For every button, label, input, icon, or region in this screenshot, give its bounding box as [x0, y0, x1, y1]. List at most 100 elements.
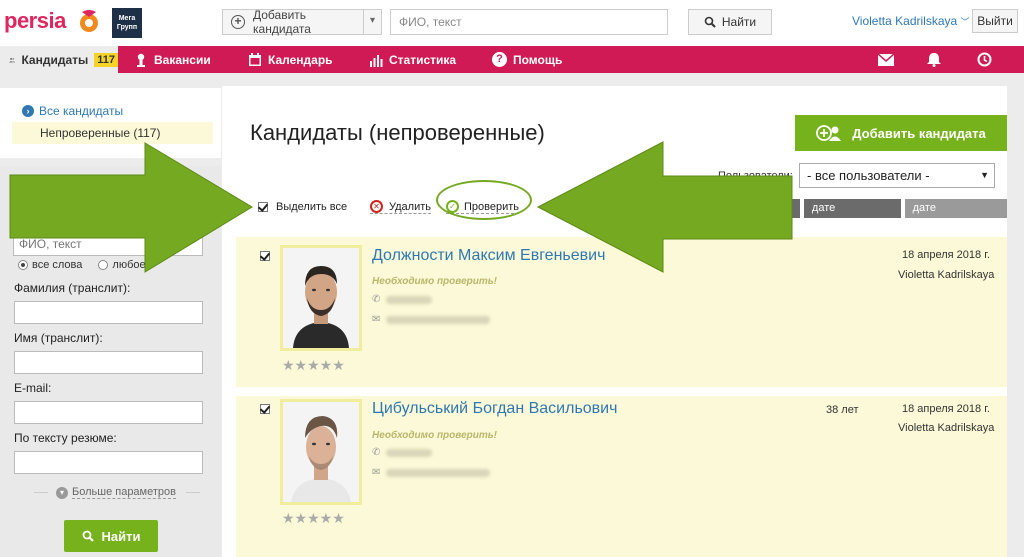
date-added: 18 апреля 2018 г. [902, 249, 990, 261]
avatar [283, 402, 359, 502]
scrollbar[interactable] [1014, 86, 1024, 557]
logo-mark-icon [80, 10, 98, 32]
add-candidate-button[interactable]: Добавить кандидата [795, 115, 1007, 151]
page-title: Кандидаты (непроверенные) [250, 120, 545, 145]
nav-item-help[interactable]: ? Помощь [492, 46, 562, 73]
delete-icon: ✕ [370, 200, 383, 213]
users-label: Пользователи: [718, 170, 793, 182]
search-button[interactable]: Найти [688, 9, 772, 35]
history-icon[interactable] [964, 46, 1004, 73]
nav-item-candidates[interactable]: Кандидаты 117 [0, 46, 118, 73]
radio-all-words[interactable] [18, 260, 28, 270]
search-input[interactable] [390, 9, 668, 35]
nav-item-statistics[interactable]: Статистика [369, 46, 456, 73]
rating-stars[interactable]: ★★★★★ [282, 357, 345, 374]
candidate-photo[interactable] [280, 399, 362, 505]
add-candidate-dropdown[interactable]: + Добавить кандидата ▾ [222, 8, 382, 36]
calendar-icon [249, 52, 261, 66]
highlight-ring [436, 180, 532, 220]
search-button-label: Найти [721, 15, 757, 29]
phone-value-redacted [386, 448, 433, 457]
phone-icon: ✆ [372, 447, 381, 458]
user-name: Violetta Kadrilskaya [852, 14, 958, 28]
fio-search-input[interactable] [13, 232, 203, 256]
email-field[interactable] [14, 401, 203, 424]
add-person-icon [816, 125, 842, 141]
nav-item-vacancies[interactable]: Вакансии [134, 46, 211, 73]
all-candidates-label: Все кандидаты [39, 104, 124, 118]
sort-tab-modified[interactable]: дате изменения [803, 199, 901, 233]
email-value-redacted [386, 315, 491, 324]
resume-text-label: По тексту резюме: [14, 431, 117, 445]
top-bar: persia Мега Групп + Добавить кандидата ▾… [0, 0, 1024, 46]
radio-all-words-label: все слова [32, 259, 83, 271]
date-added: 18 апреля 2018 г. [902, 403, 990, 415]
candidate-photo[interactable] [280, 245, 362, 351]
match-mode-radios: все слова любое [18, 259, 146, 271]
name-field[interactable] [14, 351, 203, 374]
chevron-down-icon: ▾ [56, 486, 68, 499]
candidate-row: ★★★★★ Должности Максим Евгеньевич Необхо… [236, 237, 1007, 387]
mail-icon[interactable] [866, 46, 906, 73]
main-content: Кандидаты (непроверенные) Добавить канди… [222, 86, 1007, 557]
rating-stars[interactable]: ★★★★★ [282, 510, 345, 527]
sort-tab-added[interactable]: дате добавления [904, 199, 1007, 233]
select-all-label: Выделить все [276, 201, 348, 213]
bell-icon[interactable] [914, 46, 954, 73]
advanced-search-panel: все слова любое Фамилия (транслит): Имя … [0, 166, 221, 557]
sort-tab-hidden[interactable] [792, 199, 800, 218]
more-params-toggle[interactable]: ▾ Больше параметров [56, 486, 176, 499]
nav-item-label: Помощь [513, 52, 563, 67]
user-menu[interactable]: Violetta Kadrilskaya ﹀ [852, 14, 970, 28]
nav-item-label: Статистика [389, 52, 457, 67]
main-nav: Кандидаты 117 Вакансии Календарь Статист… [0, 46, 1024, 73]
search-icon [704, 16, 716, 28]
delete-action[interactable]: ✕ Удалить [370, 200, 431, 214]
mail-icon: ✉ [372, 314, 381, 325]
partner-logo: Мега Групп [112, 8, 142, 38]
find-button[interactable]: Найти [64, 520, 158, 552]
users-select[interactable]: - все пользователи - ▼ [799, 163, 995, 188]
logo[interactable]: persia [4, 8, 66, 34]
unverified-filter[interactable]: Непроверенные (117) [12, 122, 213, 144]
chevron-right-icon: › [22, 105, 34, 117]
select-all-toggle[interactable]: Выделить все [258, 201, 347, 213]
row-checkbox[interactable] [260, 404, 270, 414]
email-label: E-mail: [14, 381, 52, 395]
resume-text-field[interactable] [14, 451, 203, 474]
help-icon: ? [492, 52, 507, 67]
phone-value-redacted [386, 295, 433, 304]
chevron-down-icon: ﹀ [960, 17, 970, 27]
users-select-value: - все пользователи - [807, 168, 930, 183]
status-label: Необходимо проверить! [372, 276, 498, 287]
phone-contact: ✆ [372, 447, 433, 458]
chevron-down-icon: ▼ [980, 170, 989, 180]
people-icon [9, 57, 16, 63]
add-candidate-button-label: Добавить кандидата [852, 125, 986, 141]
email-contact: ✉ [372, 467, 491, 478]
nav-item-label: Календарь [268, 52, 333, 67]
nav-item-label: Кандидаты [21, 52, 89, 67]
row-checkbox[interactable] [260, 251, 270, 261]
add-candidate-dropdown-label: Добавить кандидата [253, 8, 311, 36]
phone-icon: ✆ [372, 294, 381, 305]
logout-button[interactable]: Выйти [972, 9, 1018, 33]
candidate-name[interactable]: Должности Максим Евгеньевич [372, 247, 605, 265]
chevron-down-icon[interactable]: ▾ [363, 10, 381, 34]
surname-field[interactable] [14, 301, 203, 324]
all-candidates-link[interactable]: › Все кандидаты [22, 104, 123, 118]
avatar [283, 248, 359, 348]
status-label: Необходимо проверить! [372, 430, 498, 441]
nav-item-calendar[interactable]: Календарь [248, 46, 333, 73]
select-all-checkbox[interactable] [258, 202, 268, 212]
search-icon [82, 530, 94, 542]
candidate-owner: Violetta Kadrilskaya [898, 422, 995, 434]
plus-icon: + [231, 15, 245, 29]
email-value-redacted [386, 468, 491, 477]
divider [186, 492, 200, 493]
radio-any[interactable] [98, 260, 109, 270]
radio-any-label: любое [112, 259, 146, 271]
candidate-name[interactable]: Цибульський Богдан Васильович [372, 400, 617, 418]
bar-chart-icon [370, 54, 383, 67]
more-params-label: Больше параметров [72, 486, 176, 499]
